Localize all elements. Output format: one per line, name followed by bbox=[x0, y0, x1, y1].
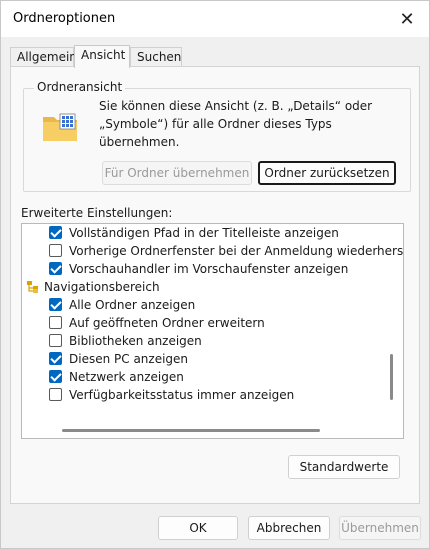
window-title: Ordneroptionen bbox=[13, 11, 116, 26]
horizontal-scrollbar[interactable] bbox=[62, 429, 320, 432]
folder-view-title: Ordneransicht bbox=[34, 80, 126, 94]
apply-to-folders-button[interactable]: Für Ordner übernehmen bbox=[102, 161, 252, 185]
view-tab-panel: Ordneransicht Sie können diese Ansicht (… bbox=[10, 66, 420, 504]
checkbox[interactable] bbox=[49, 298, 62, 311]
list-item-label: Bibliotheken anzeigen bbox=[69, 334, 202, 348]
checkbox[interactable] bbox=[49, 244, 62, 257]
list-item-label: Vollständigen Pfad in der Titelleiste an… bbox=[69, 226, 339, 240]
tab-ansicht[interactable]: Ansicht bbox=[74, 45, 130, 68]
folder-icon bbox=[43, 113, 77, 141]
tab-allgemein[interactable]: Allgemein bbox=[10, 47, 77, 67]
checkbox[interactable] bbox=[49, 316, 62, 329]
restore-defaults-button[interactable]: Standardwerte bbox=[288, 455, 400, 479]
reset-folders-button[interactable]: Ordner zurücksetzen bbox=[258, 161, 396, 185]
advanced-settings-label: Erweiterte Einstellungen: bbox=[21, 206, 173, 220]
cancel-button[interactable]: Abbrechen bbox=[248, 516, 330, 540]
list-item-label: Alle Ordner anzeigen bbox=[69, 298, 196, 312]
checkbox[interactable] bbox=[49, 334, 62, 347]
list-item-label: Vorherige Ordnerfenster bei der Anmeldun… bbox=[69, 244, 404, 258]
vertical-scrollbar[interactable] bbox=[390, 354, 393, 400]
checkbox[interactable] bbox=[49, 262, 62, 275]
folder-options-dialog: Ordneroptionen ✕ Allgemein Ansicht Suche… bbox=[0, 0, 430, 549]
folder-view-description: Sie können diese Ansicht (z. B. „Details… bbox=[99, 99, 373, 149]
group-label: Navigationsbereich bbox=[44, 280, 160, 294]
navigation-tree-icon bbox=[27, 281, 38, 293]
checkbox[interactable] bbox=[49, 370, 62, 383]
list-item-label: Auf geöffneten Ordner erweitern bbox=[69, 316, 265, 330]
list-item-label: Netzwerk anzeigen bbox=[69, 370, 184, 384]
checkbox[interactable] bbox=[49, 226, 62, 239]
list-item-label: Vorschauhandler im Vorschaufenster anzei… bbox=[69, 262, 349, 276]
list-item-label: Verfügbarkeitsstatus immer anzeigen bbox=[69, 388, 295, 402]
checkbox[interactable] bbox=[49, 388, 62, 401]
advanced-settings-list[interactable]: Vollständigen Pfad in der Titelleiste an… bbox=[21, 223, 404, 439]
folder-view-group: Ordneransicht Sie können diese Ansicht (… bbox=[23, 80, 411, 192]
checkbox[interactable] bbox=[49, 352, 62, 365]
apply-button[interactable]: Übernehmen bbox=[339, 516, 421, 540]
tab-suchen[interactable]: Suchen bbox=[130, 47, 182, 67]
list-item-label: Diesen PC anzeigen bbox=[69, 352, 189, 366]
close-icon[interactable]: ✕ bbox=[393, 5, 421, 33]
ok-button[interactable]: OK bbox=[158, 516, 238, 540]
title-bar: Ordneroptionen ✕ bbox=[1, 1, 429, 37]
